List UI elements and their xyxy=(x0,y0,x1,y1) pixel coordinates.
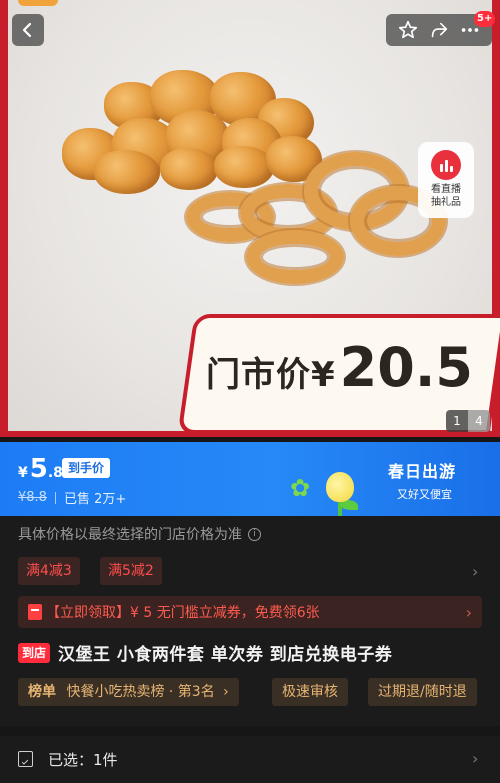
market-price-value: 20.5 xyxy=(339,336,473,399)
live-label-line1: 看直播 xyxy=(431,184,461,195)
coupon-tag-1[interactable]: 满4减3 xyxy=(18,557,80,585)
share-icon[interactable] xyxy=(428,19,450,41)
ranking-text: 快餐小吃热卖榜 · 第3名 xyxy=(66,684,215,700)
product-title-row: 到店 汉堡王 小食两件套 单次券 到店兑换电子券 xyxy=(18,640,392,665)
selected-list-icon xyxy=(18,751,33,767)
promo-subtitle: 又好又便宜 xyxy=(397,488,452,501)
pager-total: 4 xyxy=(468,410,490,432)
fast-review-pill: 极速审核 xyxy=(272,678,348,706)
live-chart-icon xyxy=(431,150,461,180)
image-top-accent xyxy=(18,0,58,6)
voucher-claim-banner[interactable]: 【立即领取】¥ 5 无门槛立减券，免费领6张 › xyxy=(18,596,482,628)
market-price-text: 门市价 ¥ 20.5 xyxy=(206,336,496,416)
refund-policy-pill: 过期退/随时退 xyxy=(368,678,477,706)
product-title: 汉堡王 小食两件套 单次券 到店兑换电子券 xyxy=(58,645,393,665)
sold-count: 已售 2万+ xyxy=(63,492,127,507)
original-price: ¥8.8 xyxy=(18,490,47,505)
message-count-badge: 5+ xyxy=(474,11,496,27)
price-note-text: 具体价格以最终选择的门店价格为准 xyxy=(18,527,242,543)
image-border-left xyxy=(0,0,8,437)
selected-label: 已选：1件 xyxy=(48,751,118,769)
final-price: ¥ 5 .8 xyxy=(18,454,63,484)
live-label-line2: 抽礼品 xyxy=(431,197,461,208)
coupons-chevron-right-icon[interactable]: › xyxy=(472,562,478,581)
market-price-currency: ¥ xyxy=(311,355,336,395)
final-price-dec: .8 xyxy=(47,465,63,481)
promo-title[interactable]: 春日出游 xyxy=(388,458,456,482)
live-gift-card[interactable]: 看直播 抽礼品 xyxy=(418,142,474,218)
pager-current: 1 xyxy=(446,410,468,432)
tulip-icon xyxy=(326,472,354,502)
store-badge: 到店 xyxy=(18,642,51,663)
voucher-icon xyxy=(28,604,42,620)
chevron-left-icon xyxy=(22,22,32,38)
final-price-int: 5 xyxy=(29,454,48,484)
clover-icon: ✿ xyxy=(290,474,311,502)
final-price-currency: ¥ xyxy=(18,465,28,481)
final-price-tag: 到手价 xyxy=(62,458,111,478)
ranking-pill[interactable]: 榜单 快餐小吃热卖榜 · 第3名 › xyxy=(18,678,239,706)
price-subline: ¥8.8 已售 2万+ xyxy=(18,488,126,507)
info-icon[interactable]: i xyxy=(248,527,261,541)
image-pager: 1 4 xyxy=(446,410,490,432)
coupon-tag-2[interactable]: 满5减2 xyxy=(100,557,162,585)
price-banner: ¥ 5 .8 到手价 ¥8.8 已售 2万+ 春日出游 又好又便宜 xyxy=(0,442,500,516)
back-button[interactable] xyxy=(12,14,44,46)
product-image[interactable]: 看直播 抽礼品 门市价 ¥ 20.5 1 4 xyxy=(0,0,500,437)
market-price-label: 门市价 xyxy=(206,355,311,395)
voucher-text: 【立即领取】¥ 5 无门槛立减券，免费领6张 xyxy=(46,605,320,621)
selected-chevron-right-icon[interactable]: › xyxy=(472,749,478,768)
voucher-chevron-right-icon: › xyxy=(465,602,472,622)
star-icon[interactable] xyxy=(397,19,419,41)
price-note: 具体价格以最终选择的门店价格为准 i xyxy=(18,524,261,544)
divider xyxy=(54,491,56,504)
ranking-prefix: 榜单 xyxy=(28,684,56,700)
ranking-chevron-right-icon: › xyxy=(223,684,229,700)
